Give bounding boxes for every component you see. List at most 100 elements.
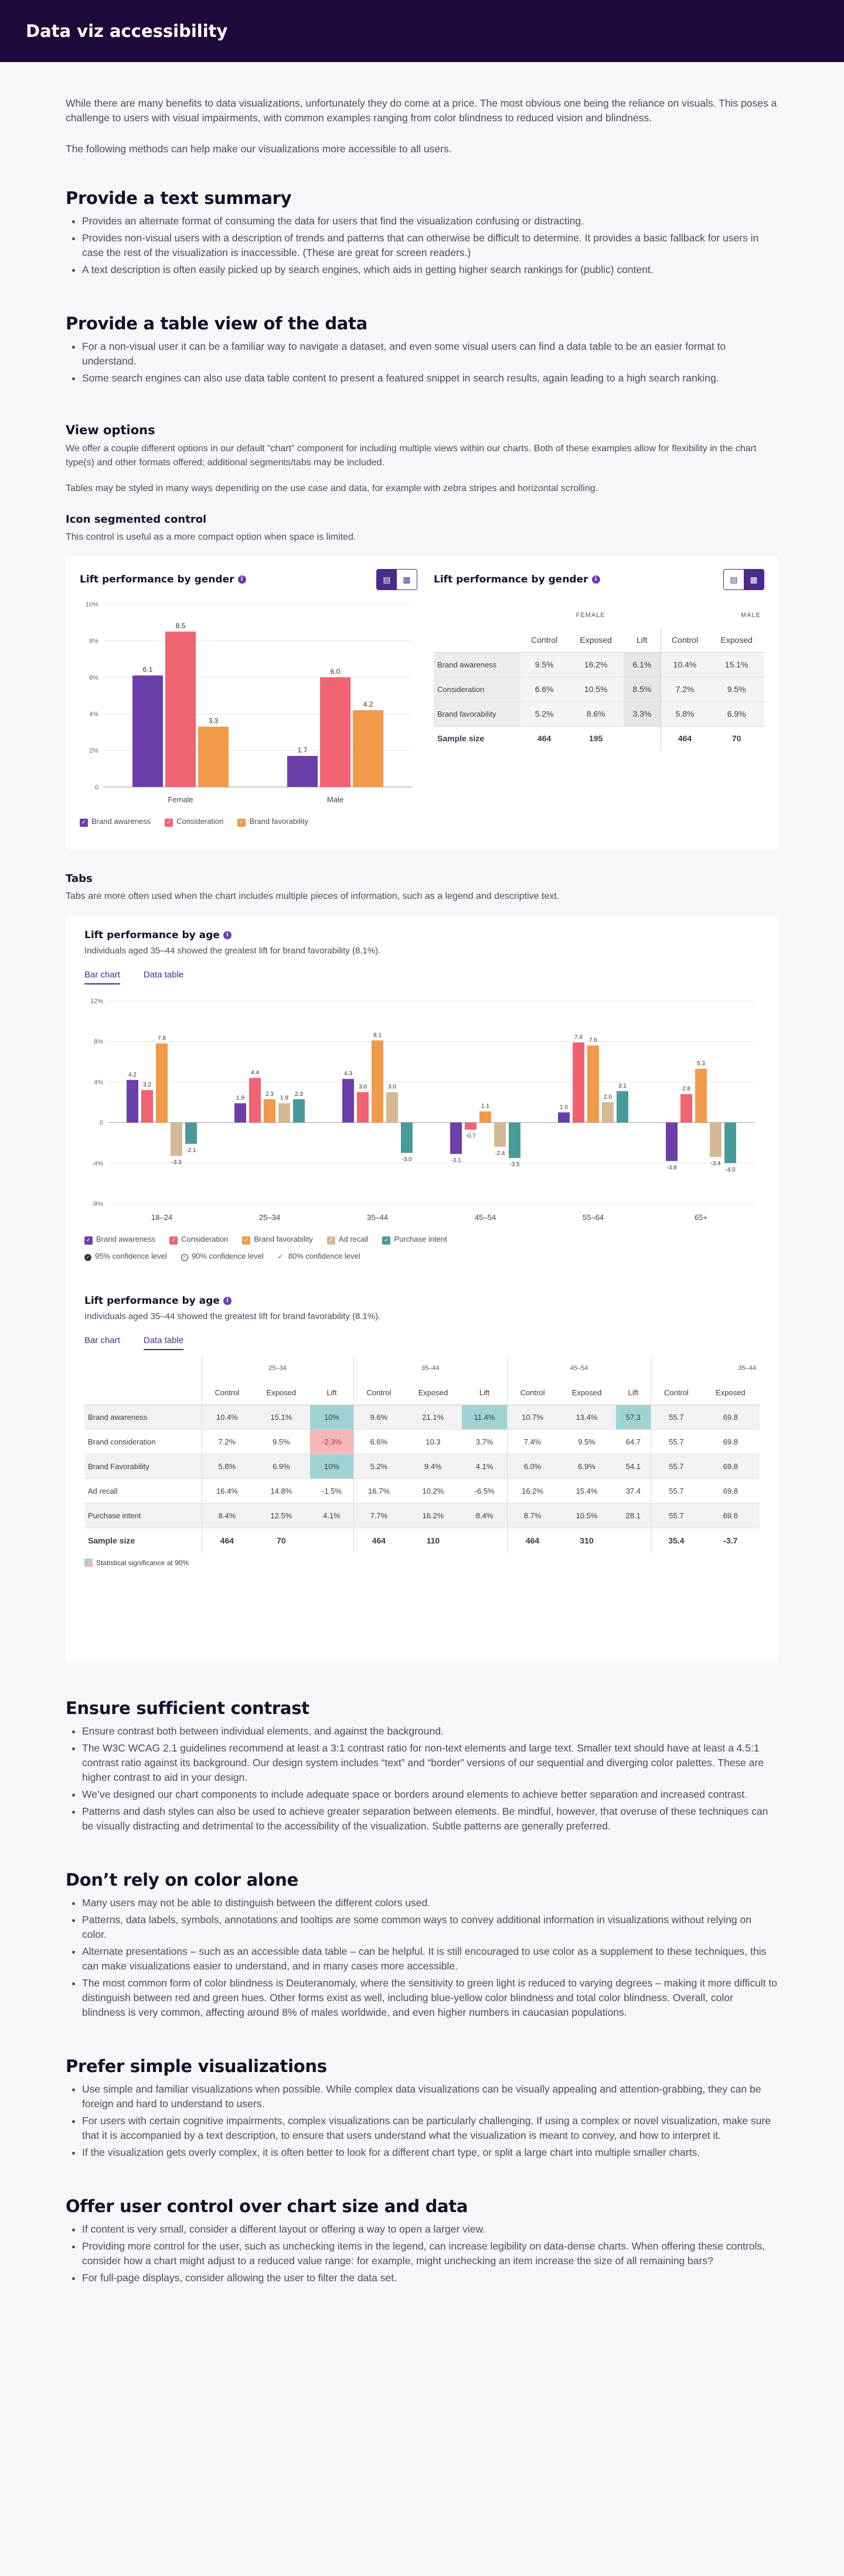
table-cell: 55.7	[650, 1405, 702, 1430]
tab-data-table[interactable]: Data table	[144, 970, 183, 984]
legend-item[interactable]: ✓ Ad recall	[326, 1235, 369, 1245]
table-cell: 195	[588, 734, 603, 744]
table-cell: 464	[353, 1528, 404, 1553]
tab-data-table[interactable]: Data table	[143, 1335, 184, 1350]
data-label: -3.0	[401, 1157, 412, 1163]
list-item: Provides non-visual users with a descrip…	[82, 231, 778, 260]
legend-label: Ad recall	[338, 1235, 369, 1243]
column-header: Lift	[479, 1388, 490, 1397]
checkbox-icon: ✓	[84, 1236, 93, 1245]
row-label: Brand awareness	[84, 1405, 202, 1430]
tab-bar-chart[interactable]: Bar chart	[84, 1335, 120, 1350]
main-content: While there are many benefits to data vi…	[66, 62, 778, 2285]
table-cell: 69.8	[701, 1454, 760, 1479]
table-icon[interactable]: ▦	[744, 570, 764, 590]
y-tick-label: 8%	[94, 1038, 103, 1045]
column-group: 35–44	[651, 1355, 760, 1381]
data-label: -3.1	[451, 1157, 461, 1164]
bar	[680, 1094, 692, 1123]
table-cell: 10.2%	[422, 1487, 444, 1495]
data-label: 3.3	[209, 717, 219, 725]
table-cell: 6.9%	[709, 701, 764, 726]
view-toggle[interactable]: ▤ ▦	[376, 569, 417, 590]
table-cell: 55.7	[650, 1478, 702, 1504]
bar	[386, 1092, 398, 1123]
legend-item[interactable]: ✓ Purchase intent	[382, 1235, 447, 1245]
info-icon[interactable]: i	[591, 575, 600, 584]
paragraph: We offer a couple different options in o…	[66, 444, 757, 468]
age-table-scroll[interactable]: 25–34 35–44 45–54 35–44 Control Exposed Li…	[84, 1355, 760, 1553]
row-label: Brand favorability	[434, 701, 520, 726]
gender-table-panel: Lift performance by gender i ▤ ▦ FEMALE M…	[434, 569, 764, 836]
list-item: Patterns, data labels, symbols, annotati…	[82, 1913, 778, 1942]
data-label: 3.1	[618, 1083, 627, 1089]
column-header: Control	[531, 635, 558, 645]
table-cell: 4.1%	[310, 1503, 354, 1528]
section-title: Ensure sufficient contrast	[66, 1698, 309, 1718]
list-item: A text description is often easily picke…	[82, 263, 778, 277]
info-icon[interactable]: i	[223, 1296, 232, 1305]
table-cell: -3.7	[723, 1535, 738, 1545]
table-cell: 70	[277, 1535, 286, 1545]
legend-item[interactable]: ✓ Brand favorability	[242, 1235, 313, 1245]
x-tick-label: 35–44	[367, 1213, 388, 1222]
column-header: Lift	[637, 635, 648, 645]
table-cell: 35.4	[650, 1528, 702, 1553]
table-icon[interactable]: ▦	[397, 570, 417, 590]
legend-item[interactable]: ✓ Brand favorability	[237, 817, 308, 827]
tab-bar: Bar chart Data table	[84, 1335, 760, 1350]
view-toggle[interactable]: ▤ ▦	[723, 569, 764, 590]
bar-chart-icon[interactable]: ▤	[724, 570, 744, 590]
row-label: Brand consideration	[88, 1437, 156, 1446]
bar	[573, 1042, 584, 1123]
legend-label: 80% confidence level	[288, 1252, 360, 1260]
table-cell: 15.1%	[252, 1405, 311, 1430]
bar-chart-icon[interactable]: ▤	[377, 570, 397, 590]
bar	[264, 1099, 275, 1123]
column-header: Exposed	[571, 1388, 602, 1397]
x-tick-label: 65+	[695, 1213, 707, 1222]
row-label: Brand awareness	[434, 652, 520, 677]
legend-label: Purchase intent	[394, 1235, 447, 1243]
tabs-card: Lift performance by age i Individuals age…	[66, 915, 778, 1663]
table-cell: 55.7	[650, 1503, 702, 1528]
data-label: 4.3	[344, 1071, 352, 1077]
table-cell: 13.4%	[557, 1405, 616, 1430]
legend-item[interactable]: ✓ Brand awareness	[84, 1235, 155, 1245]
legend-item[interactable]: ✓ Consideration	[169, 1235, 228, 1245]
data-label: 6.1	[143, 666, 153, 674]
legend-label: Brand awareness	[96, 1235, 156, 1243]
bar	[372, 1040, 383, 1123]
tab-bar-chart[interactable]: Bar chart	[84, 970, 120, 984]
section-title: Offer user control over chart size and d…	[66, 2196, 468, 2216]
column-header: Control	[201, 1380, 253, 1405]
info-icon[interactable]: i	[223, 931, 232, 939]
legend-item[interactable]: ✓ Consideration	[165, 817, 223, 827]
section-title: Provide a table view of the data	[66, 314, 367, 333]
legend-item: ✓ 80% confidence level	[278, 1252, 360, 1260]
table-cell: 3.7%	[475, 1437, 494, 1446]
info-icon[interactable]: i	[237, 575, 246, 584]
data-label: 4.2	[363, 700, 373, 708]
bar	[602, 1102, 614, 1123]
table-cell: 12.5%	[252, 1503, 311, 1528]
column-group: 35–44	[353, 1355, 508, 1381]
column-header: Lift	[628, 1388, 638, 1397]
table-cell	[616, 1528, 651, 1553]
data-label: 3.0	[388, 1084, 396, 1091]
data-label: -2.1	[186, 1147, 196, 1154]
data-label: -3.4	[710, 1160, 721, 1167]
checkbox-icon: ✓	[242, 1236, 251, 1245]
bar	[479, 1111, 491, 1123]
legend-label: Consideration	[181, 1235, 229, 1243]
column-header: Exposed	[266, 1388, 297, 1397]
legend-item[interactable]: ✓ Brand awareness	[80, 817, 151, 827]
table-row: Purchase intent 8.4% 12.5% 4.1% 7.7% 16.2% 8.4…	[84, 1503, 760, 1528]
confidence-legend: ✓ 95% confidence level ✓ 90% confidence le…	[84, 1252, 760, 1261]
table-cell: 69.8	[701, 1405, 760, 1430]
table-cell: 464	[660, 726, 709, 751]
row-label: Consideration	[434, 677, 520, 701]
table-cell: 14.8%	[270, 1487, 292, 1495]
bar	[132, 675, 163, 787]
table-cell: 16.7%	[353, 1478, 404, 1504]
